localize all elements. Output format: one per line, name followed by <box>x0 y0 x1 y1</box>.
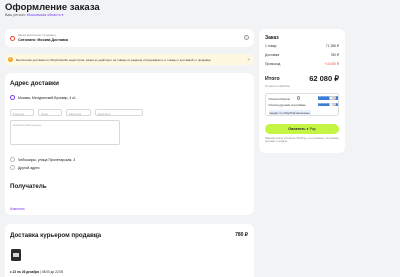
delivery-date: с 22 по 26 декабря <box>10 269 40 274</box>
pay-other-label: Оплата другими способами <box>268 103 306 107</box>
items-value: 71 286 ₽ <box>325 44 339 48</box>
promo-value: −10 000 ₽ <box>323 62 339 66</box>
warning-text: Бесплатная доставка со СберСпасибо недос… <box>16 57 211 62</box>
warning-icon: ! <box>8 57 13 62</box>
pay-button-label: Оплатить <box>288 127 306 131</box>
entrance-field[interactable]: Подъезд <box>10 109 34 116</box>
delivery-window: с 22 по 26 декабря | 08:00 до 22:00 <box>10 270 63 274</box>
order-summary-card: Заказ 1 товар 71 286 ₽ Доставка 780 ₽ Пр… <box>259 29 345 153</box>
payment-options: Оплата Сбером i до 35% Спасибо Оплата др… <box>265 93 339 116</box>
total-value: 62 080 ₽ <box>309 74 339 83</box>
region-label: Ваш регион: <box>5 13 26 17</box>
sberpay-icon: ● <box>306 127 309 131</box>
delivery-time: 08:00 до 22:00 <box>41 269 64 274</box>
pay-sber-toggle[interactable] <box>329 96 336 100</box>
pay-other-toggle[interactable] <box>329 102 336 107</box>
warning-banner: ! Бесплатная доставка со СберСпасибо нед… <box>5 54 254 65</box>
address-other[interactable]: Другой адрес <box>18 166 40 170</box>
chevron-down-icon: ▾ <box>61 13 64 17</box>
credit-note: кредит по СберПэй включены <box>268 110 311 115</box>
items-label: 1 товар <box>265 44 277 48</box>
intercom-placeholder: Домофон <box>98 111 111 116</box>
intercom-field[interactable]: Домофон <box>95 109 143 116</box>
delivery-label: Доставка <box>265 53 280 57</box>
info-icon[interactable]: i <box>297 96 301 100</box>
total-label: Итого <box>265 76 280 82</box>
floor-field[interactable]: Этаж <box>38 109 62 116</box>
comment-field[interactable]: Комментарий курьеру <box>10 120 120 145</box>
delivery-heading: Доставка курьером продавца <box>10 232 102 239</box>
region-selector[interactable]: Ваш регион: Московская область ▾ <box>5 13 63 17</box>
order-heading: Заказ <box>265 35 279 41</box>
close-icon[interactable]: × <box>247 57 250 62</box>
address-heading: Адрес доставки <box>10 80 59 87</box>
legal-note: Нажимая кнопку «Оплатить SberPay», я сог… <box>265 137 339 144</box>
address-radio-other[interactable] <box>10 165 15 170</box>
delivery-value: 780 ₽ <box>330 53 339 57</box>
address-alt[interactable]: Чебоксары, улица Пролетарская, 3 <box>18 158 75 162</box>
recipient-heading: Получатель <box>10 183 47 190</box>
page-title: Оформление заказа <box>5 2 100 13</box>
floor-placeholder: Этаж <box>41 111 48 116</box>
sberpay-note: Оплата по SberPay <box>265 84 290 88</box>
apartment-field[interactable]: Квартира <box>66 109 91 116</box>
region-value[interactable]: Московская область <box>27 13 61 17</box>
delivery-card: Доставка курьером продавца i 780 ₽ с 22 … <box>5 224 254 277</box>
address-radio-selected[interactable] <box>10 95 15 100</box>
apartment-placeholder: Квартира <box>69 111 82 116</box>
address-selected[interactable]: Москва, Мичуринский бульвар, 4 к1 <box>18 96 76 100</box>
pay-sber-label: Оплата Сбером <box>268 96 290 101</box>
change-recipient-link[interactable]: Изменить <box>10 207 25 211</box>
product-thumbnail[interactable] <box>11 249 21 261</box>
pay-button-suffix: Pay <box>309 127 316 131</box>
address-radio-alt[interactable] <box>10 157 15 162</box>
info-icon[interactable]: i <box>244 35 249 40</box>
seller-card: Заказ выполняет продавец Ситилинк: Москв… <box>5 29 254 47</box>
seller-name: Ситилинк: Москва Доставка <box>18 38 69 42</box>
promo-label: Промокод <box>265 62 281 66</box>
seller-radio[interactable] <box>10 35 15 41</box>
seller-caption: Заказ выполняет продавец <box>18 33 56 37</box>
delivery-price: 780 ₽ <box>235 232 248 238</box>
pay-button[interactable]: Оплатить ● Pay <box>265 124 339 134</box>
entrance-placeholder: Подъезд <box>13 111 25 116</box>
address-card: Адрес доставки Москва, Мичуринский бульв… <box>5 73 254 215</box>
info-icon[interactable]: i <box>95 232 100 238</box>
comment-placeholder: Комментарий курьеру <box>13 123 42 127</box>
